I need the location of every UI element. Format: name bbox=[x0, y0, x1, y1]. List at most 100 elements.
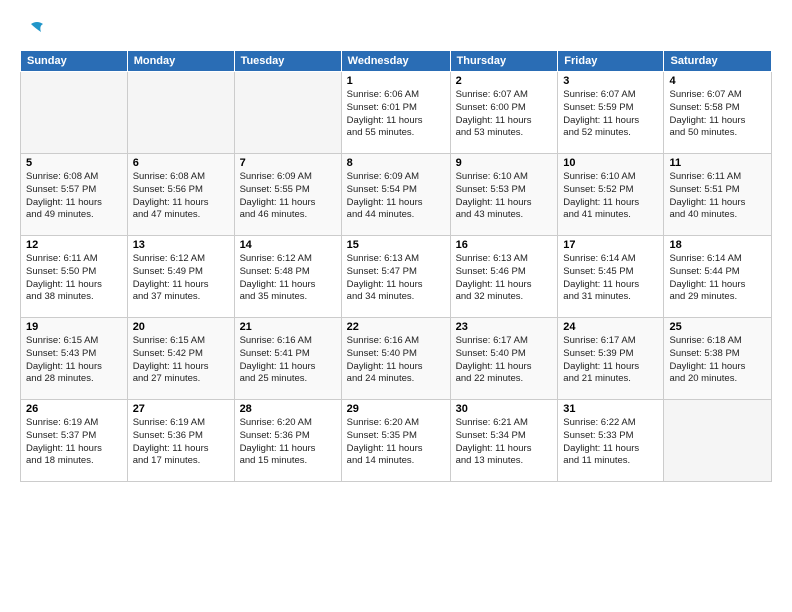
cell-info-text: Sunrise: 6:10 AM Sunset: 5:52 PM Dayligh… bbox=[563, 171, 658, 222]
cell-day-number: 13 bbox=[133, 239, 229, 251]
cell-info-text: Sunrise: 6:11 AM Sunset: 5:50 PM Dayligh… bbox=[26, 253, 122, 304]
cell-day-number: 28 bbox=[240, 403, 336, 415]
cell-day-number: 29 bbox=[347, 403, 445, 415]
cell-day-number: 7 bbox=[240, 157, 336, 169]
cell-day-number: 12 bbox=[26, 239, 122, 251]
cell-info-text: Sunrise: 6:15 AM Sunset: 5:43 PM Dayligh… bbox=[26, 335, 122, 386]
cell-info-text: Sunrise: 6:17 AM Sunset: 5:40 PM Dayligh… bbox=[456, 335, 553, 386]
cell-info-text: Sunrise: 6:12 AM Sunset: 5:48 PM Dayligh… bbox=[240, 253, 336, 304]
calendar-body: 1 Sunrise: 6:06 AM Sunset: 6:01 PM Daylig… bbox=[21, 72, 772, 482]
cell-info-text: Sunrise: 6:16 AM Sunset: 5:40 PM Dayligh… bbox=[347, 335, 445, 386]
cell-day-number: 20 bbox=[133, 321, 229, 333]
calendar-cell: 24 Sunrise: 6:17 AM Sunset: 5:39 PM Dayli… bbox=[558, 318, 664, 400]
cell-day-number: 16 bbox=[456, 239, 553, 251]
calendar-cell: 22 Sunrise: 6:16 AM Sunset: 5:40 PM Dayli… bbox=[341, 318, 450, 400]
cell-info-text: Sunrise: 6:12 AM Sunset: 5:49 PM Dayligh… bbox=[133, 253, 229, 304]
cell-info-text: Sunrise: 6:17 AM Sunset: 5:39 PM Dayligh… bbox=[563, 335, 658, 386]
cell-day-number: 5 bbox=[26, 157, 122, 169]
calendar-cell: 31Sunrise: 6:22 AM Sunset: 5:33 PM Dayli… bbox=[558, 400, 664, 482]
calendar-cell: 20Sunrise: 6:15 AM Sunset: 5:42 PM Dayli… bbox=[127, 318, 234, 400]
calendar-header: SundayMondayTuesdayWednesdayThursdayFrid… bbox=[21, 51, 772, 72]
logo-bird-icon bbox=[23, 18, 45, 40]
calendar-cell: 27 Sunrise: 6:19 AM Sunset: 5:36 PM Dayli… bbox=[127, 400, 234, 482]
calendar-week-row: 12 Sunrise: 6:11 AM Sunset: 5:50 PM Dayli… bbox=[21, 236, 772, 318]
cell-day-number: 22 bbox=[347, 321, 445, 333]
cell-info-text: Sunrise: 6:06 AM Sunset: 6:01 PM Dayligh… bbox=[347, 89, 445, 140]
cell-day-number: 23 bbox=[456, 321, 553, 333]
calendar-cell: 3 Sunrise: 6:07 AM Sunset: 5:59 PM Daylig… bbox=[558, 72, 664, 154]
cell-info-text: Sunrise: 6:07 AM Sunset: 5:59 PM Dayligh… bbox=[563, 89, 658, 140]
cell-day-number: 24 bbox=[563, 321, 658, 333]
calendar-cell: 19 Sunrise: 6:15 AM Sunset: 5:43 PM Dayli… bbox=[21, 318, 128, 400]
calendar-cell: 21 Sunrise: 6:16 AM Sunset: 5:41 PM Dayli… bbox=[234, 318, 341, 400]
calendar-cell: 14 Sunrise: 6:12 AM Sunset: 5:48 PM Dayli… bbox=[234, 236, 341, 318]
cell-info-text: Sunrise: 6:10 AM Sunset: 5:53 PM Dayligh… bbox=[456, 171, 553, 222]
cell-info-text: Sunrise: 6:07 AM Sunset: 6:00 PM Dayligh… bbox=[456, 89, 553, 140]
cell-day-number: 25 bbox=[669, 321, 766, 333]
cell-info-text: Sunrise: 6:16 AM Sunset: 5:41 PM Dayligh… bbox=[240, 335, 336, 386]
weekday-header-wednesday: Wednesday bbox=[341, 51, 450, 72]
calendar-cell: 16 Sunrise: 6:13 AM Sunset: 5:46 PM Dayli… bbox=[450, 236, 558, 318]
calendar-cell: 1 Sunrise: 6:06 AM Sunset: 6:01 PM Daylig… bbox=[341, 72, 450, 154]
calendar-cell: 11Sunrise: 6:11 AM Sunset: 5:51 PM Dayli… bbox=[664, 154, 772, 236]
calendar-cell: 12 Sunrise: 6:11 AM Sunset: 5:50 PM Dayli… bbox=[21, 236, 128, 318]
cell-info-text: Sunrise: 6:20 AM Sunset: 5:36 PM Dayligh… bbox=[240, 417, 336, 468]
cell-info-text: Sunrise: 6:09 AM Sunset: 5:54 PM Dayligh… bbox=[347, 171, 445, 222]
calendar-cell bbox=[21, 72, 128, 154]
weekday-header-saturday: Saturday bbox=[664, 51, 772, 72]
page: SundayMondayTuesdayWednesdayThursdayFrid… bbox=[0, 0, 792, 612]
calendar-week-row: 19 Sunrise: 6:15 AM Sunset: 5:43 PM Dayli… bbox=[21, 318, 772, 400]
cell-info-text: Sunrise: 6:21 AM Sunset: 5:34 PM Dayligh… bbox=[456, 417, 553, 468]
cell-day-number: 31 bbox=[563, 403, 658, 415]
cell-day-number: 30 bbox=[456, 403, 553, 415]
calendar-week-row: 1 Sunrise: 6:06 AM Sunset: 6:01 PM Daylig… bbox=[21, 72, 772, 154]
cell-info-text: Sunrise: 6:09 AM Sunset: 5:55 PM Dayligh… bbox=[240, 171, 336, 222]
weekday-header-friday: Friday bbox=[558, 51, 664, 72]
cell-day-number: 14 bbox=[240, 239, 336, 251]
calendar-cell: 4Sunrise: 6:07 AM Sunset: 5:58 PM Daylig… bbox=[664, 72, 772, 154]
calendar-week-row: 5Sunrise: 6:08 AM Sunset: 5:57 PM Daylig… bbox=[21, 154, 772, 236]
calendar-cell: 29 Sunrise: 6:20 AM Sunset: 5:35 PM Dayli… bbox=[341, 400, 450, 482]
calendar-cell: 17Sunrise: 6:14 AM Sunset: 5:45 PM Dayli… bbox=[558, 236, 664, 318]
calendar-cell: 18 Sunrise: 6:14 AM Sunset: 5:44 PM Dayli… bbox=[664, 236, 772, 318]
calendar-cell: 6 Sunrise: 6:08 AM Sunset: 5:56 PM Daylig… bbox=[127, 154, 234, 236]
cell-day-number: 27 bbox=[133, 403, 229, 415]
cell-info-text: Sunrise: 6:07 AM Sunset: 5:58 PM Dayligh… bbox=[669, 89, 766, 140]
calendar-cell: 26Sunrise: 6:19 AM Sunset: 5:37 PM Dayli… bbox=[21, 400, 128, 482]
cell-day-number: 6 bbox=[133, 157, 229, 169]
calendar-cell bbox=[234, 72, 341, 154]
calendar-cell: 25Sunrise: 6:18 AM Sunset: 5:38 PM Dayli… bbox=[664, 318, 772, 400]
cell-day-number: 18 bbox=[669, 239, 766, 251]
cell-info-text: Sunrise: 6:14 AM Sunset: 5:44 PM Dayligh… bbox=[669, 253, 766, 304]
cell-day-number: 2 bbox=[456, 75, 553, 87]
cell-day-number: 17 bbox=[563, 239, 658, 251]
cell-info-text: Sunrise: 6:19 AM Sunset: 5:37 PM Dayligh… bbox=[26, 417, 122, 468]
weekday-header-sunday: Sunday bbox=[21, 51, 128, 72]
calendar-table: SundayMondayTuesdayWednesdayThursdayFrid… bbox=[20, 50, 772, 482]
calendar-cell: 13 Sunrise: 6:12 AM Sunset: 5:49 PM Dayli… bbox=[127, 236, 234, 318]
cell-day-number: 8 bbox=[347, 157, 445, 169]
weekday-header-row: SundayMondayTuesdayWednesdayThursdayFrid… bbox=[21, 51, 772, 72]
cell-day-number: 1 bbox=[347, 75, 445, 87]
calendar-cell: 10 Sunrise: 6:10 AM Sunset: 5:52 PM Dayli… bbox=[558, 154, 664, 236]
cell-info-text: Sunrise: 6:11 AM Sunset: 5:51 PM Dayligh… bbox=[669, 171, 766, 222]
cell-info-text: Sunrise: 6:19 AM Sunset: 5:36 PM Dayligh… bbox=[133, 417, 229, 468]
cell-day-number: 3 bbox=[563, 75, 658, 87]
calendar-cell: 30 Sunrise: 6:21 AM Sunset: 5:34 PM Dayli… bbox=[450, 400, 558, 482]
calendar-cell: 7 Sunrise: 6:09 AM Sunset: 5:55 PM Daylig… bbox=[234, 154, 341, 236]
cell-info-text: Sunrise: 6:08 AM Sunset: 5:56 PM Dayligh… bbox=[133, 171, 229, 222]
cell-day-number: 19 bbox=[26, 321, 122, 333]
header bbox=[20, 18, 772, 40]
calendar-cell: 8 Sunrise: 6:09 AM Sunset: 5:54 PM Daylig… bbox=[341, 154, 450, 236]
calendar-cell bbox=[664, 400, 772, 482]
cell-info-text: Sunrise: 6:20 AM Sunset: 5:35 PM Dayligh… bbox=[347, 417, 445, 468]
calendar-cell: 15Sunrise: 6:13 AM Sunset: 5:47 PM Dayli… bbox=[341, 236, 450, 318]
cell-day-number: 21 bbox=[240, 321, 336, 333]
calendar-cell: 9Sunrise: 6:10 AM Sunset: 5:53 PM Daylig… bbox=[450, 154, 558, 236]
weekday-header-monday: Monday bbox=[127, 51, 234, 72]
cell-day-number: 10 bbox=[563, 157, 658, 169]
cell-day-number: 15 bbox=[347, 239, 445, 251]
calendar-cell: 2 Sunrise: 6:07 AM Sunset: 6:00 PM Daylig… bbox=[450, 72, 558, 154]
cell-info-text: Sunrise: 6:13 AM Sunset: 5:46 PM Dayligh… bbox=[456, 253, 553, 304]
logo-line1 bbox=[20, 18, 45, 40]
